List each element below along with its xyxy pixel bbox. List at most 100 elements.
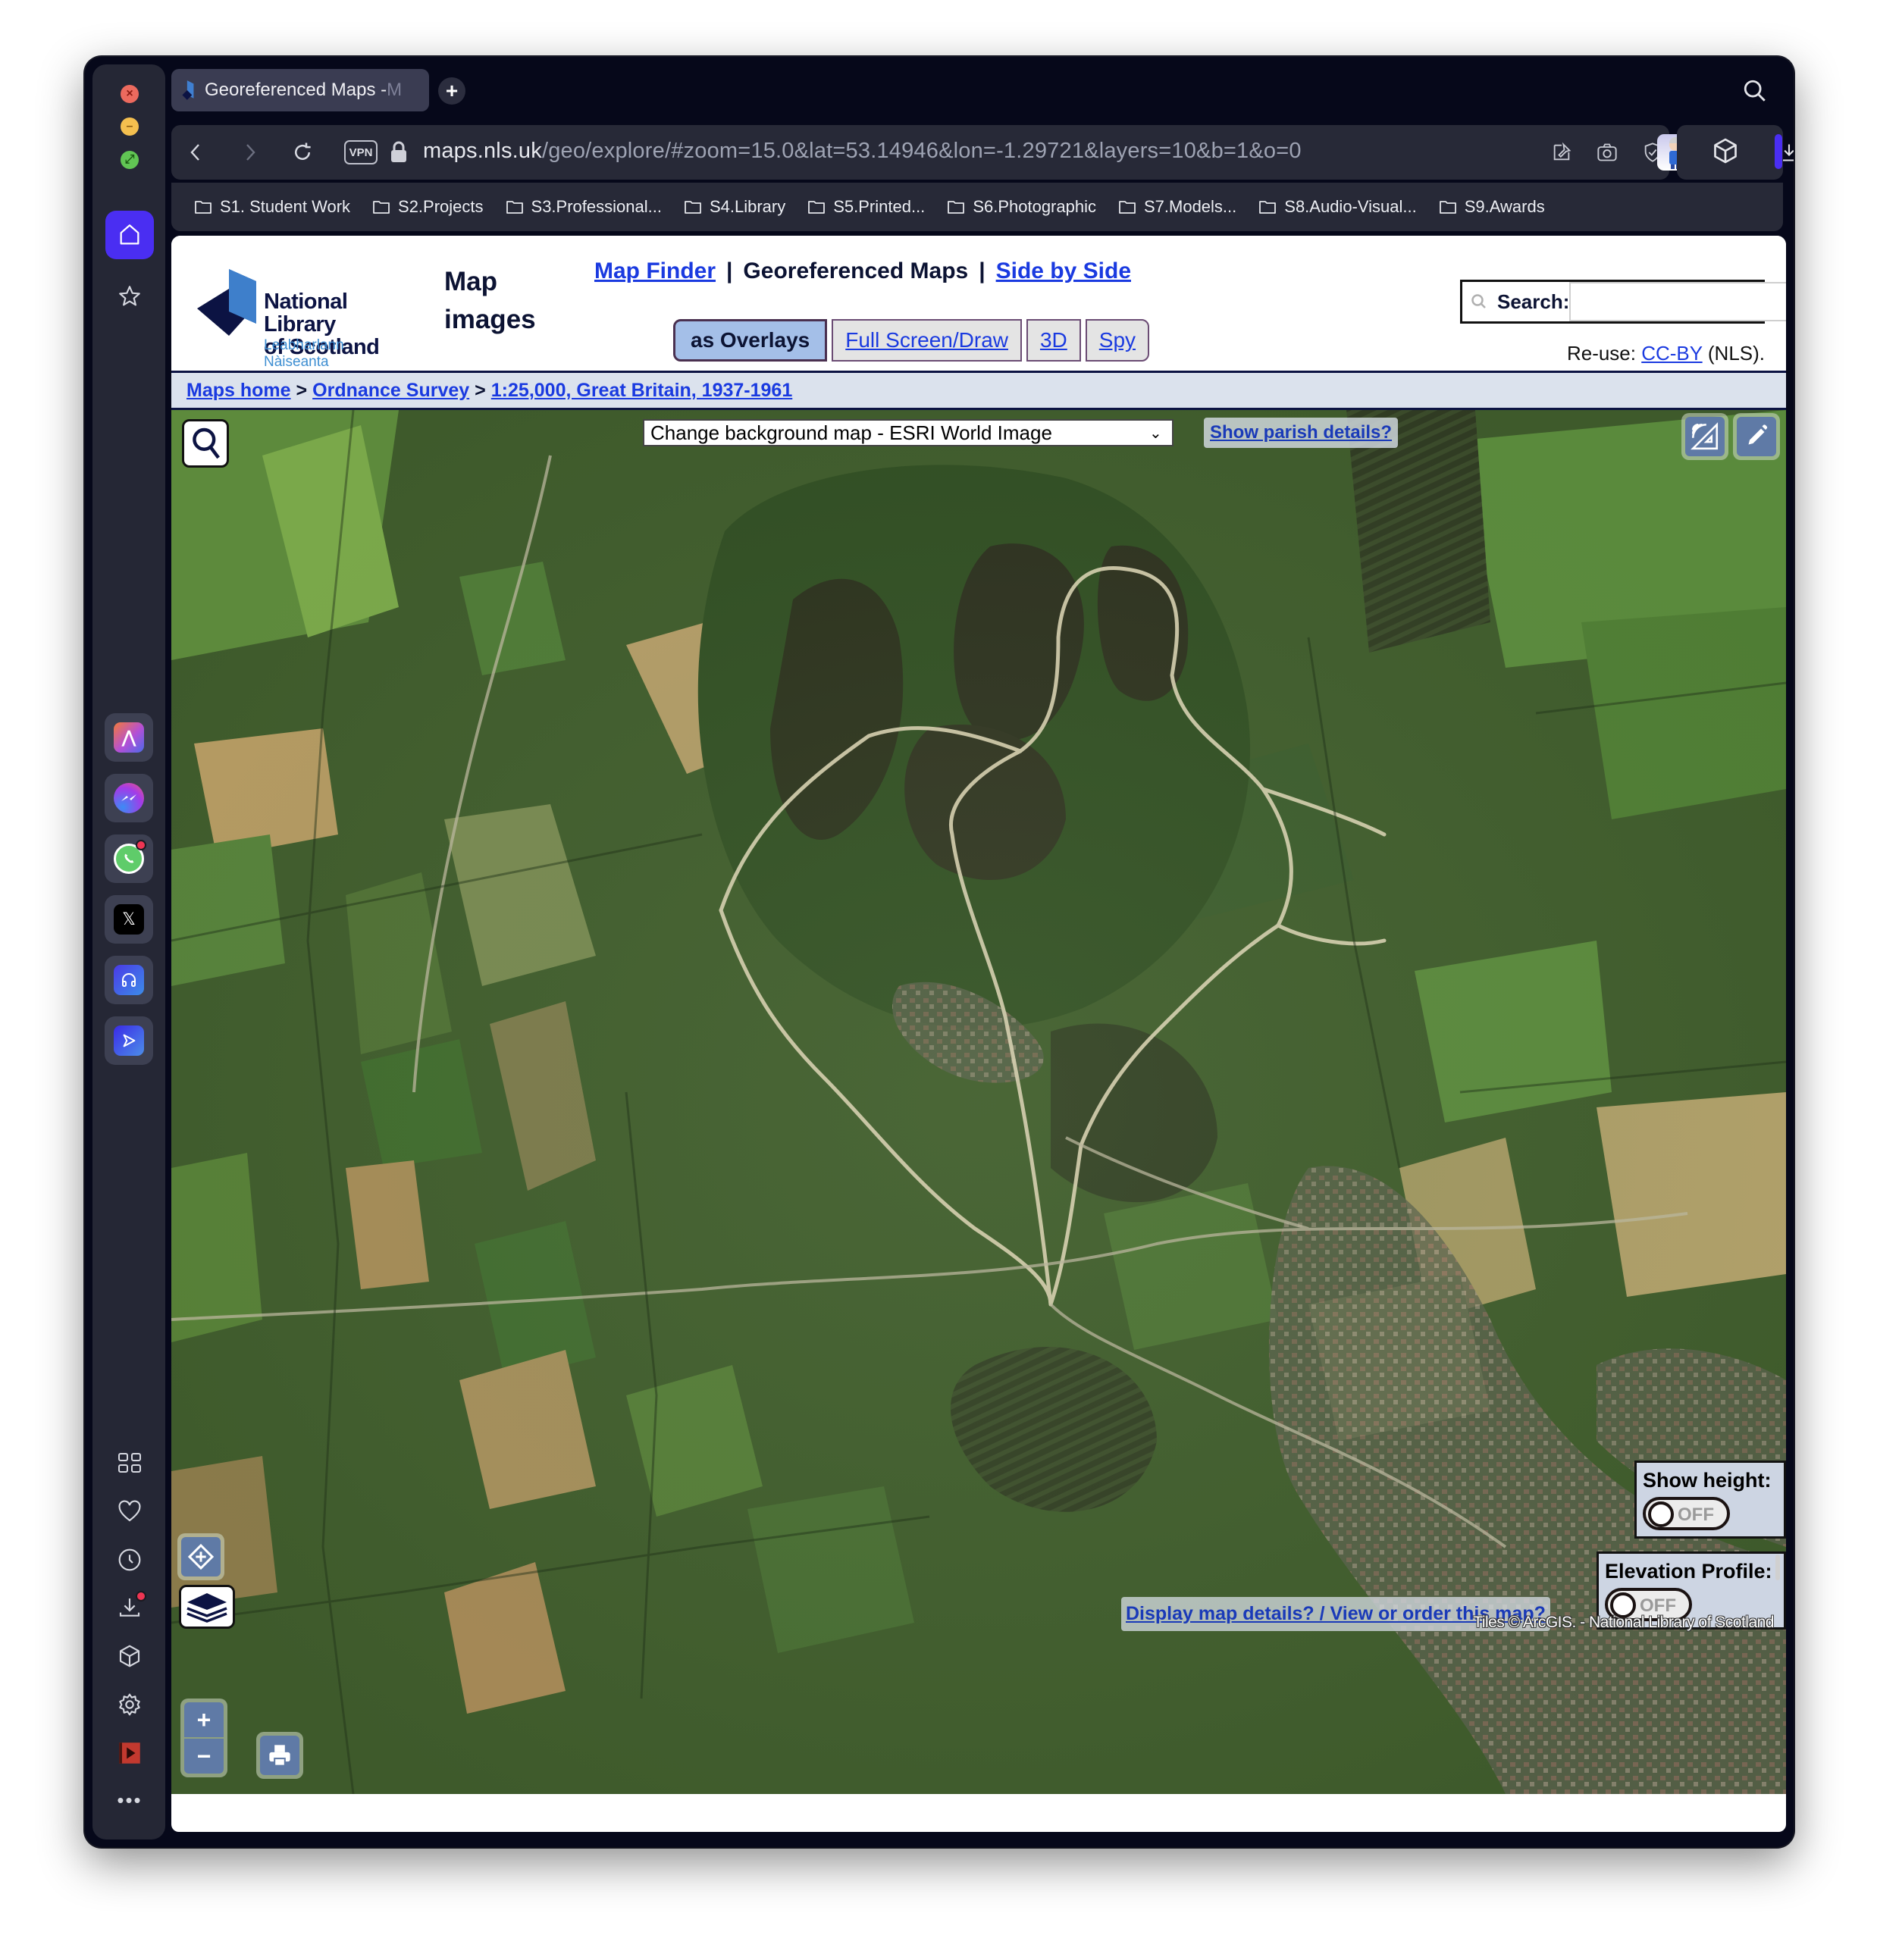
map-attribution: Tiles © ArcGIS. - National Library of Sc…	[1473, 1614, 1774, 1631]
background-map-select[interactable]: Change background map - ESRI World Image	[643, 419, 1174, 446]
chevron-right-icon	[246, 144, 255, 161]
bookmark-folder[interactable]: S2.Projects	[372, 197, 484, 217]
history-button[interactable]	[111, 1542, 148, 1578]
tab-as-overlays[interactable]: as Overlays	[673, 319, 828, 362]
settings-button[interactable]	[111, 1686, 148, 1723]
breadcrumb-separator: >	[296, 379, 308, 401]
lock-icon[interactable]	[390, 140, 408, 163]
chevron-left-icon	[190, 144, 199, 161]
nls-logo-mark	[197, 269, 256, 336]
bookmark-folder[interactable]: S6.Photographic	[947, 197, 1096, 217]
sidebar-app-whatsapp[interactable]	[105, 834, 153, 883]
tab-spy[interactable]: Spy	[1085, 319, 1150, 362]
cc-by-link[interactable]: CC-BY	[1641, 342, 1702, 365]
map-scrollbar[interactable]	[1775, 1555, 1780, 1580]
player-button[interactable]	[111, 1735, 148, 1771]
show-parish-details-link[interactable]: Show parish details?	[1204, 418, 1399, 448]
breadcrumb-series[interactable]: 1:25,000, Great Britain, 1937-1961	[491, 380, 792, 402]
locate-button[interactable]	[181, 1537, 221, 1576]
folder-icon	[1439, 201, 1456, 214]
screenshot-button[interactable]	[1593, 139, 1621, 166]
map-search-button[interactable]	[182, 419, 229, 468]
map-viewer[interactable]: Change background map - ESRI World Image…	[171, 410, 1786, 1794]
nav-separator: |	[979, 258, 986, 283]
video-player-icon	[119, 1742, 140, 1764]
extensions-toolbar-button[interactable]	[1712, 137, 1739, 168]
camera-icon	[1597, 143, 1617, 161]
bookmark-folder[interactable]: S3.Professional...	[506, 197, 662, 217]
sidebar-app-player[interactable]	[105, 1016, 153, 1065]
breadcrumb-maps-home[interactable]: Maps home	[186, 380, 291, 402]
minimize-window-button[interactable]: –	[121, 117, 139, 136]
sidebar-app-music[interactable]	[105, 956, 153, 1004]
nls-logo[interactable]: National Library of Scotland Leabharlann …	[194, 258, 399, 387]
more-options-button[interactable]: •••	[111, 1782, 148, 1818]
section-title: Map images	[444, 263, 536, 339]
folder-icon	[373, 201, 390, 214]
show-height-toggle[interactable]: OFF	[1643, 1497, 1730, 1530]
side-by-side-link[interactable]: Side by Side	[996, 258, 1131, 283]
search-label: Search:	[1497, 290, 1570, 313]
web-page: National Library of Scotland Leabharlann …	[171, 236, 1786, 1832]
forward-button[interactable]	[237, 139, 264, 166]
zoom-out-button[interactable]: −	[184, 1739, 224, 1774]
bookmark-label: S7.Models...	[1143, 197, 1237, 216]
pinboard-button[interactable]	[111, 1493, 148, 1529]
bookmark-folder[interactable]: S1. Student Work	[194, 197, 350, 217]
sidebar-app-aria[interactable]: ⋀	[105, 713, 153, 762]
close-window-button[interactable]: ×	[121, 85, 139, 103]
satellite-imagery[interactable]	[171, 410, 1786, 1794]
reuse-prefix: Re-use:	[1566, 342, 1642, 365]
back-button[interactable]	[182, 139, 209, 166]
reload-button[interactable]	[289, 139, 316, 166]
extensions-button[interactable]	[111, 1638, 148, 1674]
map-finder-link[interactable]: Map Finder	[594, 258, 716, 283]
toggle-knob	[1648, 1501, 1674, 1527]
sidebar-app-x[interactable]: 𝕏	[105, 895, 153, 944]
bookmarks-button[interactable]	[111, 278, 148, 315]
tab-search-icon[interactable]	[1742, 78, 1768, 104]
bookmark-folder[interactable]: S5.Printed...	[807, 197, 925, 217]
url-field[interactable]: maps.nls.uk/geo/explore/#zoom=15.0&lat=5…	[423, 139, 1302, 164]
bookmark-folder[interactable]: S8.Audio-Visual...	[1258, 197, 1417, 217]
nav-separator: |	[726, 258, 733, 283]
print-button[interactable]	[260, 1736, 299, 1775]
layers-button[interactable]	[179, 1585, 235, 1629]
tab-full-screen-draw[interactable]: Full Screen/Draw	[832, 319, 1022, 362]
pencil-icon	[1748, 424, 1768, 445]
measure-button[interactable]	[1685, 417, 1725, 456]
downloads-badge	[136, 1591, 146, 1602]
magnifier-icon	[193, 427, 220, 459]
top-navigation: Map Finder | Georeferenced Maps | Side by Si…	[594, 258, 1131, 284]
play-arrow-icon	[123, 1034, 136, 1047]
reuse-suffix: (NLS).	[1702, 342, 1765, 365]
bookmark-folder[interactable]: S9.Awards	[1439, 197, 1545, 217]
protractor-ruler-icon	[1691, 422, 1719, 450]
bookmark-label: S5.Printed...	[833, 197, 926, 216]
folder-icon	[948, 201, 965, 214]
reuse-notice: Re-use: CC-BY (NLS).	[1567, 342, 1765, 365]
zoom-in-button[interactable]: +	[184, 1702, 224, 1737]
pin-icon	[1553, 142, 1571, 161]
pin-page-button[interactable]	[1548, 139, 1575, 166]
search-input[interactable]	[1569, 282, 1786, 321]
sidebar-panel-handle[interactable]	[1775, 134, 1782, 169]
browser-tab-active[interactable]: Georeferenced Maps - M	[171, 69, 429, 111]
tab-grid-button[interactable]	[111, 1445, 148, 1481]
vpn-badge[interactable]: VPN	[344, 140, 378, 164]
new-tab-button[interactable]: +	[438, 77, 465, 105]
bookmark-folder[interactable]: S4.Library	[684, 197, 785, 217]
bookmark-label: S1. Student Work	[220, 197, 351, 216]
home-button[interactable]	[105, 211, 154, 259]
sidebar-app-messenger[interactable]	[105, 774, 153, 822]
breadcrumb: Maps home > Ordnance Survey >1:25,000, Grea…	[171, 371, 1786, 410]
logo-text-line1: National Library	[264, 290, 348, 337]
bookmark-folder[interactable]: S7.Models...	[1118, 197, 1236, 217]
downloads-button[interactable]	[111, 1589, 148, 1626]
draw-button[interactable]	[1737, 417, 1776, 456]
tab-3d[interactable]: 3D	[1026, 319, 1081, 362]
breadcrumb-ordnance-survey[interactable]: Ordnance Survey	[312, 380, 469, 402]
fullscreen-window-button[interactable]: ⤢	[121, 151, 139, 169]
clock-icon	[118, 1548, 141, 1571]
cube-icon	[119, 1645, 140, 1667]
